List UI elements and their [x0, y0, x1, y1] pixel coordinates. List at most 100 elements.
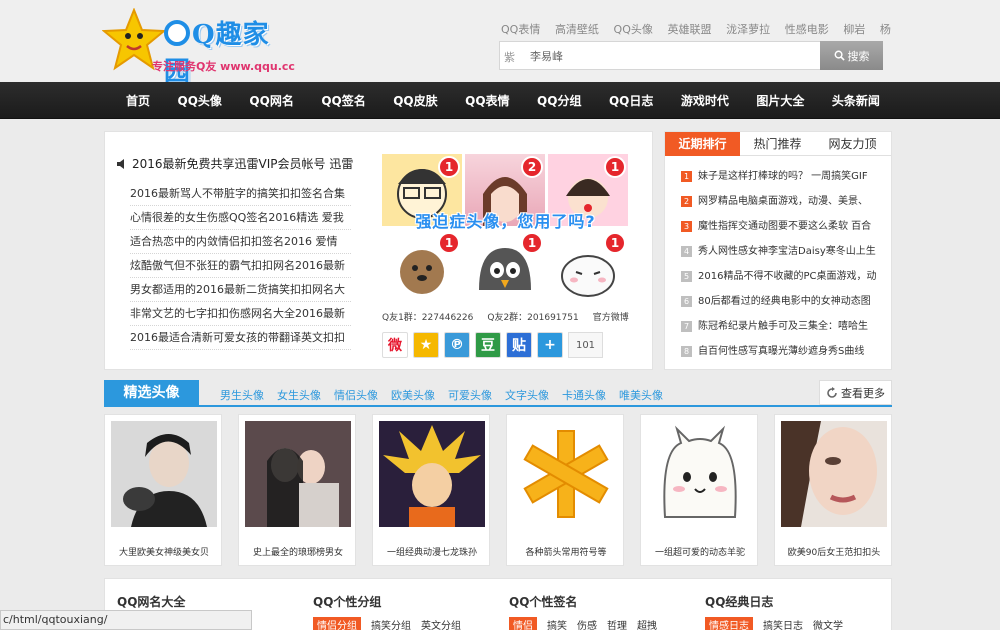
- tab-hot-recommend[interactable]: 热门推荐: [740, 132, 815, 156]
- avatar-card[interactable]: 大里欧美女神级美女贝: [104, 414, 222, 566]
- list-item[interactable]: 适合热恋中的内敛情侣扣扣签名2016 爱情: [130, 230, 351, 254]
- link-couple-group[interactable]: 情侣分组: [313, 617, 361, 630]
- rank-number: 1: [681, 171, 692, 182]
- tab-recent-ranking[interactable]: 近期排行: [665, 132, 740, 156]
- link-emotion-diary[interactable]: 情感日志: [705, 617, 753, 630]
- search-button[interactable]: 搜索: [820, 41, 883, 70]
- category-group-title[interactable]: QQ个性分组: [313, 593, 381, 610]
- nav-item-home[interactable]: 首页: [126, 92, 150, 109]
- tab-cute-avatar[interactable]: 可爱头像: [448, 387, 492, 403]
- notification-badge: 1: [604, 232, 626, 254]
- toplink[interactable]: 柳岩: [843, 21, 865, 37]
- avatar-card[interactable]: 欧美90后女王范扣扣头: [774, 414, 892, 566]
- toplink[interactable]: 泷泽萝拉: [726, 21, 770, 37]
- avatar-card[interactable]: 史上最全的琅琊榜男女: [238, 414, 356, 566]
- nav-item-pictures[interactable]: 图片大全: [756, 92, 804, 109]
- tencent-weibo-icon[interactable]: ℗: [444, 332, 470, 358]
- list-item[interactable]: 1 妹子是这样打棒球的吗？ 一周搞笑GIF: [681, 164, 881, 189]
- list-item[interactable]: 非常文艺的七字扣扣伤感网名大全2016最新: [130, 302, 351, 326]
- list-item[interactable]: 8 自百何性感写真曝光薄纱遮身秀S曲线: [681, 339, 881, 364]
- nav-item-signature[interactable]: QQ签名: [321, 92, 365, 109]
- list-item[interactable]: 4 秀人网性感女神李宝洁Daisy寒冬山上生: [681, 239, 881, 264]
- toplink[interactable]: QQ表情: [501, 21, 540, 37]
- ranking-list: 1 妹子是这样打棒球的吗？ 一周搞笑GIF 2 网罗精品电脑桌面游戏，动漫、美景、 …: [681, 164, 881, 364]
- nav-item-skin[interactable]: QQ皮肤: [393, 92, 437, 109]
- avatar-image: [379, 421, 485, 527]
- tieba-icon[interactable]: 贴: [506, 332, 532, 358]
- nav-item-news[interactable]: 头条新闻: [832, 92, 880, 109]
- tab-aesthetic-avatar[interactable]: 唯美头像: [619, 387, 663, 403]
- logo-q-icon: [164, 20, 190, 46]
- news-list: 2016最新骂人不带脏字的搞笑扣扣签名合集 心情很差的女生伤感QQ签名2016精…: [130, 182, 351, 350]
- nav-item-diary[interactable]: QQ日志: [609, 92, 653, 109]
- nav-item-games[interactable]: 游戏时代: [681, 92, 729, 109]
- list-item[interactable]: 7 陈冠希纪录片触手可及三集全：嘻哈生: [681, 314, 881, 339]
- rank-number: 4: [681, 246, 692, 257]
- list-item[interactable]: 男女都适用的2016最新二货搞笑扣扣网名大: [130, 278, 351, 302]
- list-item[interactable]: 2016最适合清新可爱女孩的带翻译英文扣扣: [130, 326, 351, 350]
- qq-groups: Q友1群：227446226 Q友2群：201691751 官方微博: [382, 310, 632, 323]
- nav-item-nickname[interactable]: QQ网名: [249, 92, 293, 109]
- avatar-card[interactable]: 各种箭头常用符号等: [506, 414, 624, 566]
- avatar-card[interactable]: 一组经典动漫七龙珠孙: [372, 414, 490, 566]
- list-item[interactable]: 2016最新骂人不带脏字的搞笑扣扣签名合集: [130, 182, 351, 206]
- nav-item-group[interactable]: QQ分组: [537, 92, 581, 109]
- tab-text-avatar[interactable]: 文字头像: [505, 387, 549, 403]
- list-item[interactable]: 2 网罗精品电脑桌面游戏，动漫、美景、: [681, 189, 881, 214]
- speaker-icon: [117, 158, 124, 169]
- qq-group-1: Q友1群：227446226: [382, 313, 474, 323]
- tab-user-top[interactable]: 网友力顶: [815, 132, 890, 156]
- link-philosophy-signature[interactable]: 哲理: [607, 617, 627, 630]
- avatar-image: 1: [465, 230, 545, 302]
- link-couple-signature[interactable]: 情侣: [509, 617, 537, 630]
- qzone-icon[interactable]: ★: [413, 332, 439, 358]
- notification-badge: 1: [521, 232, 543, 254]
- list-item[interactable]: 心情很差的女生伤感QQ签名2016精选 爱我: [130, 206, 351, 230]
- search-icon: [834, 50, 845, 61]
- category-diary-title[interactable]: QQ经典日志: [705, 593, 773, 610]
- toplink[interactable]: 高清壁纸: [555, 21, 599, 37]
- toplink[interactable]: QQ头像: [614, 21, 653, 37]
- link-funny-signature[interactable]: 搞笑: [547, 617, 567, 630]
- headline[interactable]: 2016最新免费共享迅雷VIP会员帐号 迅雷: [117, 155, 353, 172]
- category-nickname-title[interactable]: QQ网名大全: [117, 593, 185, 610]
- search-input[interactable]: [500, 42, 820, 69]
- list-item[interactable]: 6 80后都看过的经典电影中的女神动态图: [681, 289, 881, 314]
- list-item[interactable]: 5 2016精品不得不收藏的PC桌面游戏，动: [681, 264, 881, 289]
- avatar-image: [781, 421, 887, 527]
- search-box: 紫 搜索: [499, 41, 883, 70]
- list-item[interactable]: 炫酷傲气但不张狂的霸气扣扣网名2016最新: [130, 254, 351, 278]
- douban-icon[interactable]: 豆: [475, 332, 501, 358]
- nav-item-avatar[interactable]: QQ头像: [178, 92, 222, 109]
- link-english-group[interactable]: 英文分组: [421, 617, 461, 630]
- link-micro-literature[interactable]: 微文学: [813, 617, 843, 630]
- view-more-button[interactable]: 查看更多: [819, 380, 892, 405]
- toplink[interactable]: 性感电影: [785, 21, 829, 37]
- link-funny-group[interactable]: 搞笑分组: [371, 617, 411, 630]
- avatar-image: 1: [382, 154, 462, 226]
- list-item[interactable]: 3 魔性指挥交通动图要不要这么柔软 百合: [681, 214, 881, 239]
- official-weibo-link[interactable]: 官方微博: [593, 310, 629, 323]
- link-cool-signature[interactable]: 超拽: [637, 617, 657, 630]
- logo-wordmark: Q趣家园: [164, 14, 287, 88]
- more-share-icon[interactable]: +: [537, 332, 563, 358]
- tab-cartoon-avatar[interactable]: 卡通头像: [562, 387, 606, 403]
- toplink[interactable]: 杨: [880, 21, 891, 37]
- rank-title: 妹子是这样打棒球的吗？ 一周搞笑GIF: [698, 171, 868, 182]
- link-funny-diary[interactable]: 搞笑日志: [763, 617, 803, 630]
- featured-avatar-grid[interactable]: 1 2 1 1 1 1 强迫症头像，您用了吗?: [382, 154, 629, 302]
- avatar-card-caption: 大里欧美女神级美女贝: [118, 548, 209, 558]
- avatar-card-caption: 史上最全的琅琊榜男女: [252, 548, 343, 558]
- category-signature-title[interactable]: QQ个性签名: [509, 593, 577, 610]
- tab-western-avatar[interactable]: 欧美头像: [391, 387, 435, 403]
- avatar-card[interactable]: 一组超可爱的动态羊驼: [640, 414, 758, 566]
- notification-badge: 1: [604, 156, 626, 178]
- weibo-icon[interactable]: 微: [382, 332, 408, 358]
- site-logo[interactable]: Q趣家园 专注服务Q友 www.qqu.cc: [102, 8, 295, 87]
- link-sad-signature[interactable]: 伤感: [577, 617, 597, 630]
- toplink[interactable]: 英雄联盟: [667, 21, 711, 37]
- tab-male-avatar[interactable]: 男生头像: [220, 387, 264, 403]
- tab-couple-avatar[interactable]: 情侣头像: [334, 387, 378, 403]
- tab-female-avatar[interactable]: 女生头像: [277, 387, 321, 403]
- nav-item-emoji[interactable]: QQ表情: [465, 92, 509, 109]
